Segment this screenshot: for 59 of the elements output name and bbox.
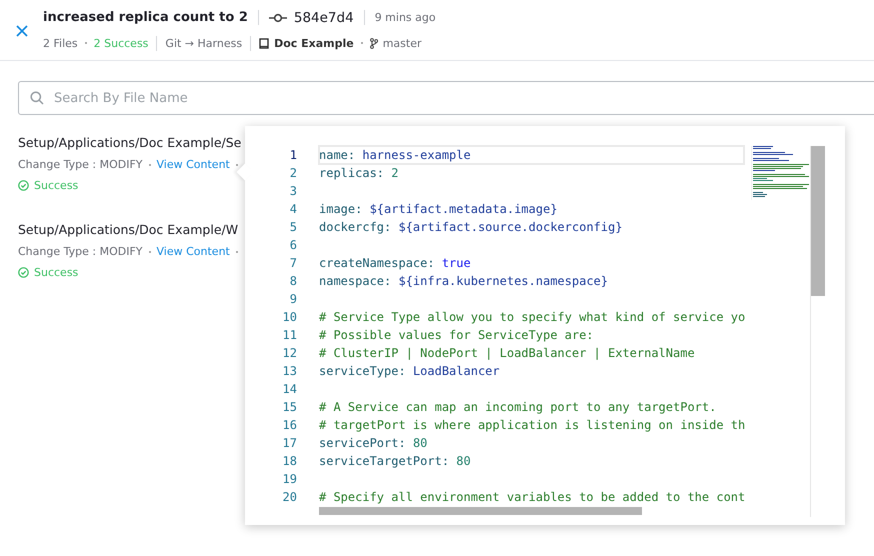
status-text: Success xyxy=(34,266,78,279)
file-path: Setup/Applications/Doc Example/Se xyxy=(18,135,242,150)
branch-name: master xyxy=(382,36,422,50)
code-line: createNamespace: true xyxy=(319,255,471,272)
line-number: 3 xyxy=(288,184,298,198)
commit-message: increased replica count to 2 xyxy=(43,10,248,25)
line-number: 14 xyxy=(282,382,298,396)
branch-icon xyxy=(370,38,378,48)
view-content-link[interactable]: View Content xyxy=(156,245,230,258)
line-number: 2 xyxy=(288,166,298,180)
status-text: Success xyxy=(34,179,78,192)
commit-time: 9 mins ago xyxy=(374,11,436,24)
search-icon xyxy=(30,91,44,105)
line-number: 9 xyxy=(288,292,298,306)
line-number: 11 xyxy=(282,328,298,342)
line-number: 6 xyxy=(288,238,298,252)
line-number: 15 xyxy=(282,400,298,414)
vertical-scrollbar[interactable] xyxy=(811,146,825,296)
view-content-link[interactable]: View Content xyxy=(156,158,230,171)
line-number: 17 xyxy=(282,436,298,450)
file-path: Setup/Applications/Doc Example/W xyxy=(18,222,238,237)
horizontal-scrollbar[interactable] xyxy=(319,507,642,515)
line-number: 1 xyxy=(288,148,298,162)
search-field[interactable]: Search By File Name xyxy=(18,81,874,115)
line-number: 13 xyxy=(282,364,298,378)
code-line: name: harness-example xyxy=(319,146,744,164)
code-line: serviceType: LoadBalancer xyxy=(319,363,500,380)
commit-icon xyxy=(268,12,287,22)
code-line: # targetPort is where application is listening on inside th xyxy=(319,417,746,434)
code-line: serviceTargetPort: 80 xyxy=(319,453,471,470)
line-number: 18 xyxy=(282,454,298,468)
repo-name: Doc Example xyxy=(274,36,354,50)
line-number: 5 xyxy=(288,220,298,234)
code-line: # Specify all environment variables to be added to the cont xyxy=(319,489,746,506)
code-line: image: ${artifact.metadata.image} xyxy=(319,201,558,218)
code-line: namespace: ${infra.kubernetes.namespace} xyxy=(319,273,608,290)
success-count: 2 Success xyxy=(94,36,148,50)
code-line: replicas: 2 xyxy=(319,165,398,182)
line-number: 10 xyxy=(282,310,298,324)
code-line: # ClusterIP | NodePort | LoadBalancer | ExternalName xyxy=(319,345,695,362)
close-icon[interactable] xyxy=(16,25,28,37)
change-type: Change Type : MODIFY xyxy=(18,158,142,171)
code-line: dockercfg: ${artifact.source.dockerconfig} xyxy=(319,219,622,236)
commit-id: 584e7d4 xyxy=(294,10,354,26)
line-number: 20 xyxy=(282,490,298,504)
file-count: 2 Files xyxy=(43,36,78,50)
line-number: 12 xyxy=(282,346,298,360)
code-line: # Possible values for ServiceType are: xyxy=(319,327,594,344)
book-icon xyxy=(259,38,270,48)
line-number: 4 xyxy=(288,202,298,216)
code-line: servicePort: 80 xyxy=(319,435,428,452)
line-number: 16 xyxy=(282,418,298,432)
change-type: Change Type : MODIFY xyxy=(18,245,142,258)
line-number: 19 xyxy=(282,472,298,486)
sync-direction: Git → Harness xyxy=(165,36,242,50)
code-line: # A Service can map an incoming port to any targetPort. xyxy=(319,399,716,416)
code-line: # Service Type allow you to specify what kind of service yo xyxy=(319,309,746,326)
line-number: 8 xyxy=(288,274,298,288)
line-number: 7 xyxy=(288,256,298,270)
